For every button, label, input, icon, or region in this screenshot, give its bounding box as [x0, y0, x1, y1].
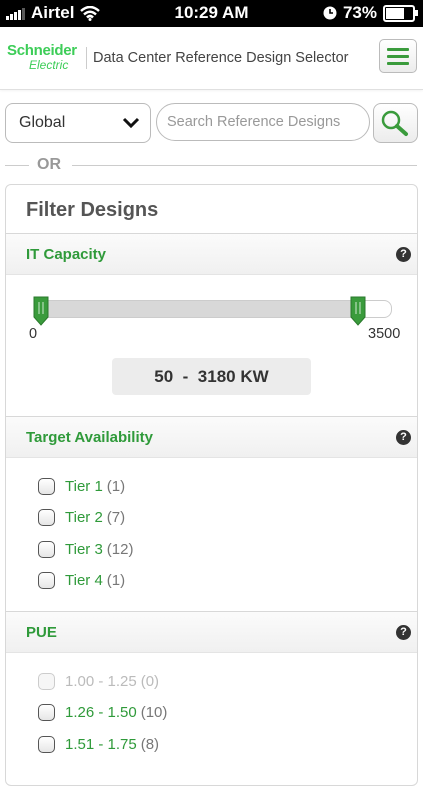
status-bar: Airtel 10:29 AM 73% [0, 0, 423, 27]
menu-button[interactable] [379, 39, 417, 73]
target-availability-label: Target Availability [26, 429, 153, 446]
hamburger-icon [387, 47, 409, 51]
region-select[interactable]: Global [5, 103, 151, 143]
schneider-logo[interactable]: Schneider Electric [7, 43, 87, 75]
logo-line2: Electric [29, 58, 69, 72]
option-label: 1.00 - 1.25 [65, 672, 137, 690]
help-icon[interactable]: ? [396, 430, 411, 445]
search-input[interactable] [156, 103, 370, 141]
filter-panel: Filter Designs IT Capacity ? 0 3500 50 -… [5, 184, 418, 786]
slider-handle-max[interactable] [350, 296, 366, 326]
checkbox[interactable] [38, 508, 55, 526]
pue-option[interactable]: 1.26 - 1.50 (10) [38, 701, 167, 723]
or-divider: OR [5, 152, 417, 178]
app-header: Schneider Electric Data Center Reference… [0, 27, 423, 90]
checkbox[interactable] [38, 703, 55, 721]
magnifier-icon [381, 110, 408, 136]
app-title: Data Center Reference Design Selector [86, 47, 349, 69]
pue-label: PUE [26, 624, 57, 641]
help-icon[interactable]: ? [396, 247, 411, 262]
it-capacity-header[interactable]: IT Capacity ? [6, 233, 417, 275]
checkbox[interactable] [38, 540, 55, 558]
or-label: OR [37, 156, 61, 173]
checkbox[interactable] [38, 571, 55, 589]
chevron-down-icon [122, 117, 140, 129]
search-button[interactable] [373, 103, 418, 143]
checkbox [38, 672, 55, 690]
option-label: Tier 3 [65, 540, 103, 558]
slider-max-label: 3500 [368, 326, 401, 342]
option-label: 1.26 - 1.50 [65, 703, 137, 721]
divider-line [72, 165, 417, 166]
option-count: (7) [106, 508, 126, 526]
capacity-slider-track[interactable] [36, 300, 392, 318]
option-label: Tier 1 [65, 477, 103, 495]
range-high: 3180 [197, 367, 236, 386]
target-availability-header[interactable]: Target Availability ? [6, 416, 417, 458]
battery-fill [386, 7, 404, 19]
hamburger-icon-bar [387, 61, 409, 65]
filter-title: Filter Designs [26, 199, 159, 221]
logo-line1: Schneider [7, 42, 77, 59]
battery-icon [383, 4, 418, 22]
checkbox[interactable] [38, 477, 55, 495]
divider-line [5, 165, 29, 166]
it-capacity-label: IT Capacity [26, 246, 107, 263]
option-count: (10) [140, 703, 168, 721]
option-count: (1) [106, 571, 126, 589]
option-label: Tier 2 [65, 508, 103, 526]
slider-handle-min[interactable] [33, 296, 49, 326]
slider-min-label: 0 [29, 326, 38, 342]
option-count: (0) [140, 672, 160, 690]
range-low: 50 [154, 367, 174, 386]
tier-option[interactable]: Tier 1 (1) [38, 475, 125, 497]
tier-option[interactable]: Tier 2 (7) [38, 506, 125, 528]
tier-option[interactable]: Tier 3 (12) [38, 538, 133, 560]
status-right: 73% [323, 3, 418, 23]
range-separator: - [182, 367, 189, 386]
tier-option[interactable]: Tier 4 (1) [38, 569, 125, 591]
clock-icon [323, 6, 337, 20]
option-count: (12) [106, 540, 134, 558]
region-value: Global [19, 114, 66, 131]
pue-option: 1.00 - 1.25 (0) [38, 670, 159, 692]
range-unit: KW [240, 367, 269, 386]
option-count: (1) [106, 477, 126, 495]
capacity-range-value: 50 - 3180 KW [112, 358, 311, 395]
hamburger-icon-bar [387, 54, 409, 58]
pue-option[interactable]: 1.51 - 1.75 (8) [38, 733, 159, 755]
help-icon[interactable]: ? [396, 625, 411, 640]
battery-percent: 73% [342, 3, 377, 22]
option-label: Tier 4 [65, 571, 103, 589]
capacity-slider-fill [37, 301, 359, 317]
pue-header[interactable]: PUE ? [6, 611, 417, 653]
